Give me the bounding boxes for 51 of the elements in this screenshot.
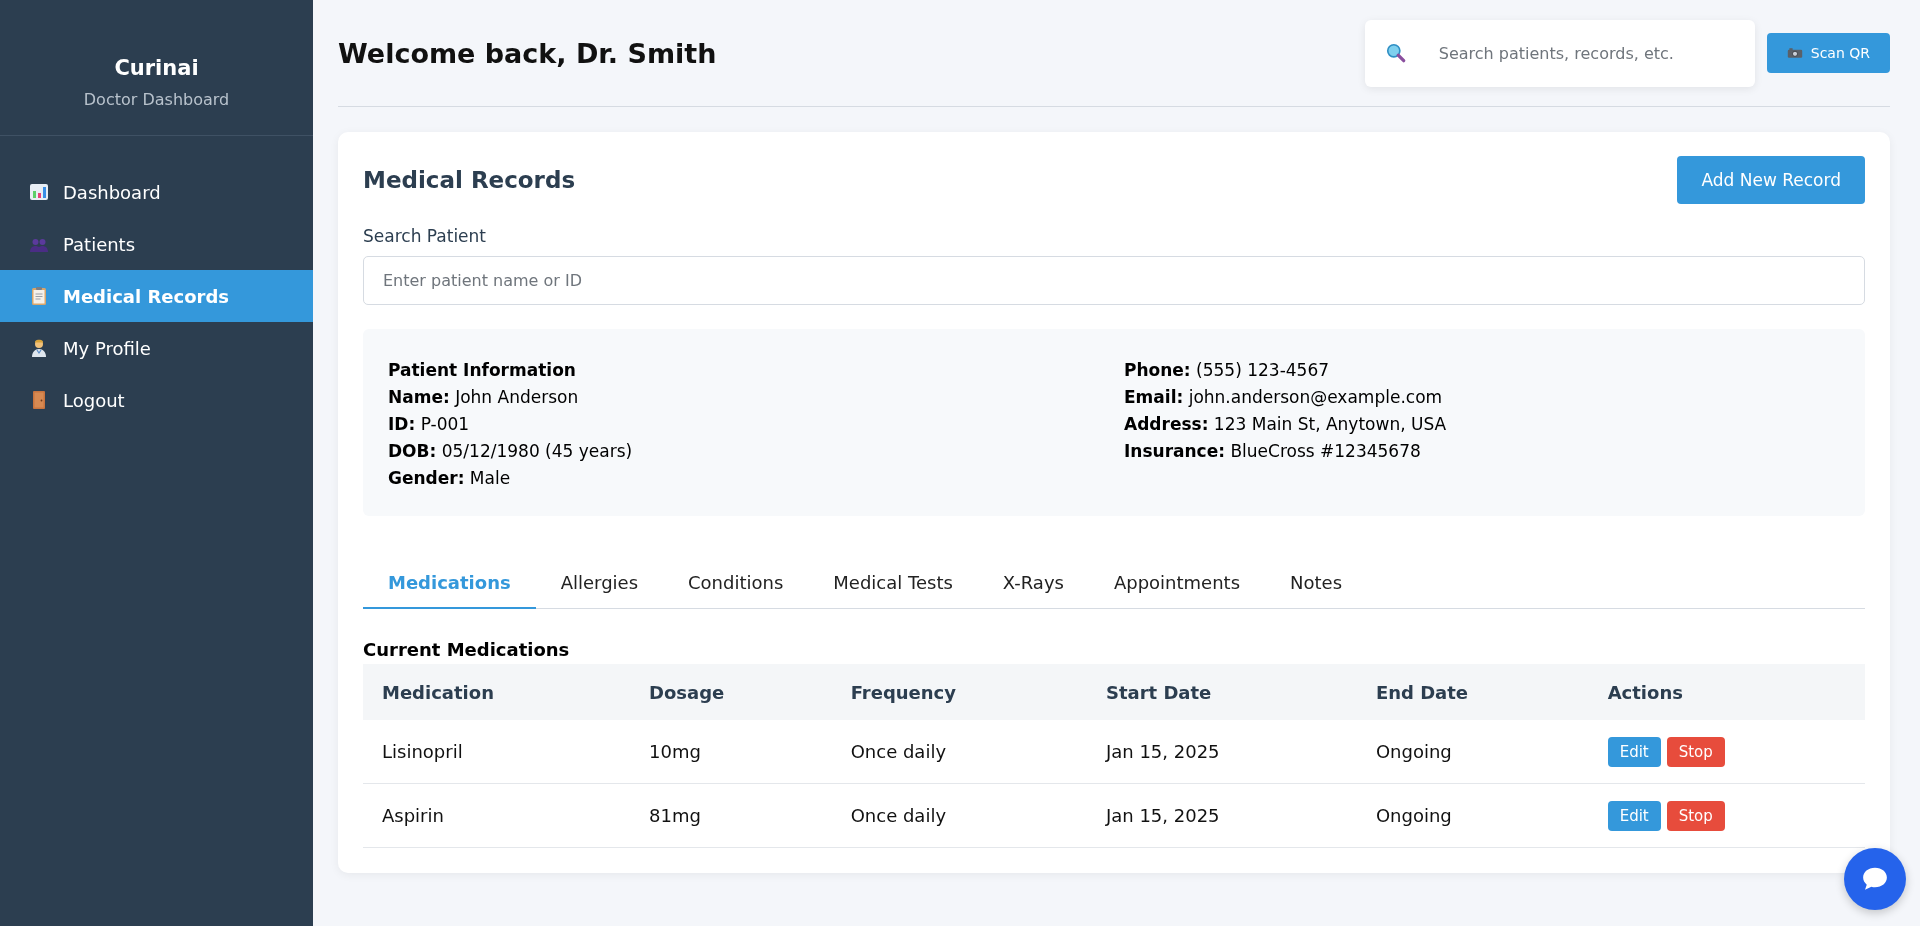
- table-cell: Once daily: [831, 783, 1087, 848]
- column-header: Actions: [1588, 664, 1865, 720]
- table-cell: 81mg: [630, 783, 832, 848]
- info-line: Address: 123 Main St, Anytown, USA: [1124, 413, 1448, 436]
- brand-subtitle: Doctor Dashboard: [82, 90, 231, 109]
- stop-button[interactable]: Stop: [1666, 736, 1725, 767]
- info-line: Insurance: BlueCross #12345678: [1124, 440, 1422, 463]
- bar-chart-icon: [29, 182, 49, 202]
- section-title: Medical Records: [363, 167, 576, 193]
- sidebar-item[interactable]: My Profile: [0, 322, 313, 374]
- doctor-icon: [29, 338, 49, 358]
- table-cell: Ongoing: [1356, 720, 1589, 784]
- table-cell: 10mg: [630, 720, 832, 784]
- page-title: Welcome back, Dr. Smith: [338, 37, 717, 69]
- info-line: ID: P-001: [388, 413, 471, 436]
- table-cell: Jan 15, 2025: [1086, 720, 1357, 784]
- column-header: Dosage: [630, 664, 832, 720]
- subsection-title: Current Medications: [363, 639, 571, 660]
- table-cell: Ongoing: [1356, 783, 1589, 848]
- search-icon: [1384, 42, 1407, 64]
- sidebar-item[interactable]: Patients: [0, 218, 313, 270]
- column-header: Frequency: [831, 664, 1087, 720]
- tab[interactable]: Notes: [1265, 562, 1368, 609]
- tab[interactable]: Appointments: [1088, 562, 1266, 609]
- info-line: Name: John Anderson: [388, 386, 580, 409]
- info-line: Email: john.anderson@example.com: [1124, 386, 1444, 409]
- info-line: Gender: Male: [388, 467, 512, 490]
- search-field[interactable]: Search patients, records, etc.: [1436, 42, 1735, 64]
- field-label: Search Patient: [363, 226, 487, 246]
- info-line: Phone: (555) 123-4567: [1124, 359, 1331, 382]
- patient-search-field[interactable]: Enter patient name or ID: [363, 256, 1865, 305]
- stop-button[interactable]: Stop: [1666, 800, 1725, 831]
- table-cell: Once daily: [831, 720, 1087, 784]
- table-cell: Jan 15, 2025: [1086, 783, 1357, 848]
- brand-name: Curinai: [113, 56, 200, 80]
- tab[interactable]: Conditions: [663, 562, 809, 609]
- info-heading: Patient Information: [388, 359, 577, 382]
- column-header: End Date: [1356, 664, 1589, 720]
- table-cell: Lisinopril: [363, 720, 630, 784]
- sidebar-item[interactable]: Logout: [0, 374, 313, 426]
- tab[interactable]: X-Rays: [977, 562, 1089, 609]
- tab[interactable]: Medical Tests: [808, 562, 978, 609]
- column-header: Medication: [363, 664, 630, 720]
- info-line: DOB: 05/12/1980 (45 years): [388, 440, 634, 463]
- clipboard-icon: [29, 286, 49, 306]
- camera-icon: [1786, 47, 1803, 59]
- table-cell: Aspirin: [363, 783, 630, 848]
- tab[interactable]: Allergies: [535, 562, 664, 609]
- sidebar-item[interactable]: Dashboard: [0, 166, 313, 218]
- chat-button[interactable]: [1844, 848, 1906, 910]
- column-header: Start Date: [1086, 664, 1357, 720]
